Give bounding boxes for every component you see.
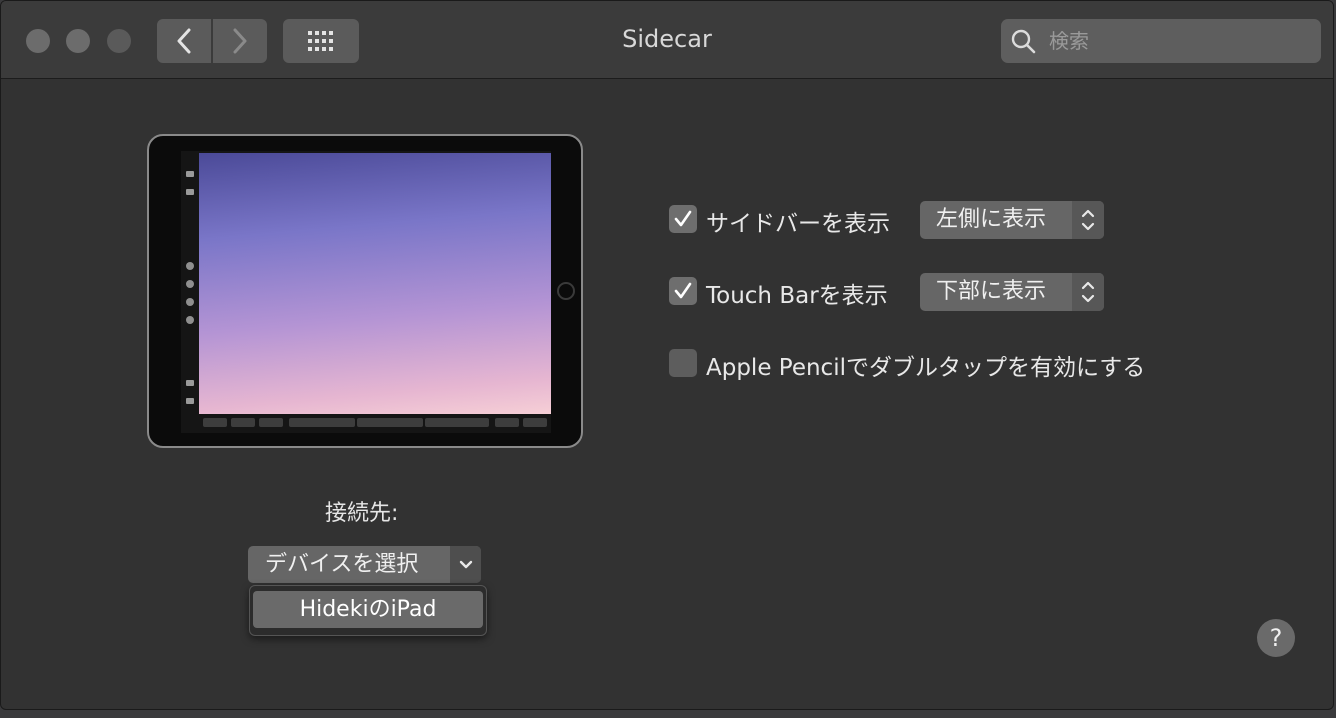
show-sidebar-checkbox[interactable] — [669, 205, 697, 233]
sidebar-control-dot — [186, 262, 194, 270]
ipad-screen — [181, 151, 551, 433]
show-touchbar-checkbox[interactable] — [669, 277, 697, 305]
touchbar-position-value: 下部に表示 — [936, 279, 1047, 304]
search-input[interactable] — [1047, 25, 1311, 57]
touchbar-key — [259, 418, 283, 427]
home-button-illustration — [557, 282, 575, 300]
device-select-popup[interactable]: デバイスを選択 — [248, 546, 481, 583]
sidebar-control-mark — [186, 380, 194, 386]
sidebar-position-popup[interactable]: 左側に表示 — [920, 201, 1104, 239]
sidebar-control-dot — [186, 316, 194, 324]
search-icon — [1011, 29, 1036, 54]
show-touchbar-label: Touch Barを表示 — [706, 283, 888, 309]
up-down-chevron-icon — [1072, 201, 1104, 239]
help-button[interactable]: ? — [1257, 619, 1295, 657]
touchbar-key — [425, 418, 489, 427]
touchbar-key — [203, 418, 227, 427]
sidebar-control-dot — [186, 280, 194, 288]
chevron-down-icon — [450, 546, 481, 583]
up-down-chevron-icon — [1072, 273, 1104, 311]
sidebar-control-mark — [186, 171, 194, 177]
touchbar-key — [289, 418, 355, 427]
touchbar-position-popup[interactable]: 下部に表示 — [920, 273, 1104, 311]
wallpaper — [199, 153, 551, 414]
search-field[interactable] — [1001, 19, 1321, 63]
checkmark-icon — [674, 210, 692, 227]
sidebar-position-value: 左側に表示 — [936, 207, 1047, 232]
pencil-double-tap-checkbox[interactable] — [669, 349, 697, 377]
touchbar-key — [495, 418, 519, 427]
pencil-double-tap-label: Apple Pencilでダブルタップを有効にする — [706, 355, 1146, 381]
device-menu-item[interactable]: HidekiのiPad — [253, 591, 483, 628]
touchbar-key — [231, 418, 255, 427]
ipad-illustration — [147, 134, 583, 448]
title-bar: Sidecar — [1, 1, 1333, 79]
touchbar-key — [357, 418, 423, 427]
sidecar-preferences-window: Sidecar 検索 接続先: デバイスを選択 HidekiのiPad サイドバ… — [0, 0, 1334, 710]
device-select-label: デバイスを選択 — [265, 552, 419, 577]
connect-to-label: 接続先: — [325, 501, 399, 526]
touchbar-key — [523, 418, 547, 427]
checkmark-icon — [674, 282, 692, 299]
show-sidebar-label: サイドバーを表示 — [706, 211, 890, 237]
sidebar-control-mark — [186, 189, 194, 195]
sidebar-control-mark — [186, 398, 194, 404]
sidebar-control-dot — [186, 298, 194, 306]
device-dropdown-menu: HidekiのiPad — [249, 585, 487, 636]
